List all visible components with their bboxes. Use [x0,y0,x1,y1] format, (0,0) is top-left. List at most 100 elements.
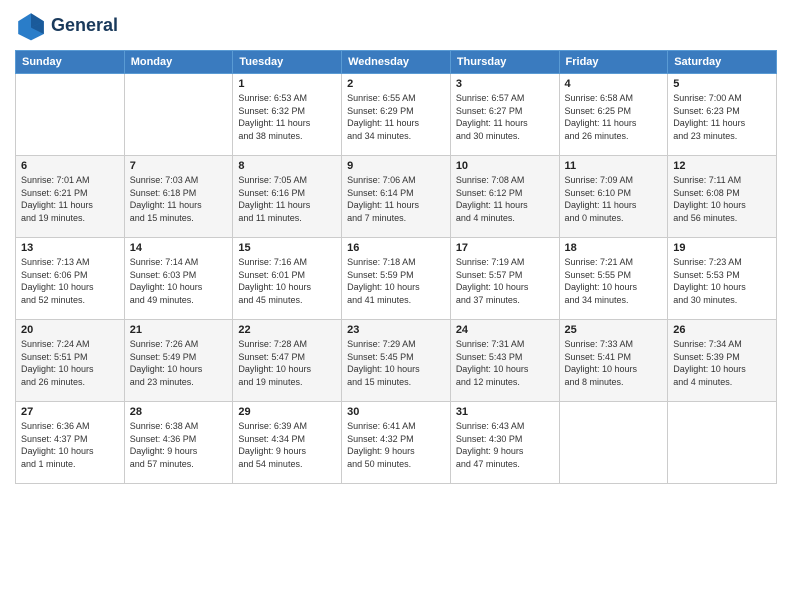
day-number: 2 [347,78,445,90]
calendar-cell: 22 Sunrise: 7:28 AM Sunset: 5:47 PM Dayli… [233,320,342,402]
calendar-cell: 7Sunrise: 7:03 AM Sunset: 6:18 PM Daylig… [124,156,233,238]
calendar-cell: 4 Sunrise: 6:58 AM Sunset: 6:25 PM Daylig… [559,74,668,156]
day-number: 24 [456,324,554,336]
day-info: Sunrise: 7:33 AM Sunset: 5:41 PM Dayligh… [565,338,663,388]
day-info: Sunrise: 7:26 AM Sunset: 5:49 PM Dayligh… [130,338,228,388]
calendar-cell: 29Sunrise: 6:39 AM Sunset: 4:34 PM Dayli… [233,402,342,484]
calendar-cell: 25Sunrise: 7:33 AM Sunset: 5:41 PM Dayli… [559,320,668,402]
calendar-cell: 19 Sunrise: 7:23 AM Sunset: 5:53 PM Dayli… [668,238,777,320]
weekday-header-friday: Friday [559,51,668,74]
logo-icon [15,10,47,42]
day-number: 23 [347,324,445,336]
day-number: 13 [21,242,119,254]
calendar-cell: 13 Sunrise: 7:13 AM Sunset: 6:06 PM Dayli… [16,238,125,320]
calendar-cell: 18 Sunrise: 7:21 AM Sunset: 5:55 PM Dayli… [559,238,668,320]
day-number: 26 [673,324,771,336]
day-info: Sunrise: 7:08 AM Sunset: 6:12 PM Dayligh… [456,174,554,224]
day-number: 9 [347,160,445,172]
day-number: 12 [673,160,771,172]
weekday-header-saturday: Saturday [668,51,777,74]
calendar-cell [668,402,777,484]
day-info: Sunrise: 6:58 AM Sunset: 6:25 PM Dayligh… [565,92,663,142]
logo-text: General [51,16,118,36]
weekday-header-row: SundayMondayTuesdayWednesdayThursdayFrid… [16,51,777,74]
day-info: Sunrise: 6:41 AM Sunset: 4:32 PM Dayligh… [347,420,445,470]
calendar-cell: 23 Sunrise: 7:29 AM Sunset: 5:45 PM Dayli… [342,320,451,402]
day-info: Sunrise: 6:53 AM Sunset: 6:32 PM Dayligh… [238,92,336,142]
logo: General [15,10,118,42]
day-info: Sunrise: 7:24 AM Sunset: 5:51 PM Dayligh… [21,338,119,388]
day-info: Sunrise: 7:01 AM Sunset: 6:21 PM Dayligh… [21,174,119,224]
day-number: 21 [130,324,228,336]
day-number: 31 [456,406,554,418]
day-number: 10 [456,160,554,172]
day-number: 16 [347,242,445,254]
calendar-cell: 11 Sunrise: 7:09 AM Sunset: 6:10 PM Dayli… [559,156,668,238]
calendar-cell: 28Sunrise: 6:38 AM Sunset: 4:36 PM Dayli… [124,402,233,484]
day-info: Sunrise: 7:00 AM Sunset: 6:23 PM Dayligh… [673,92,771,142]
calendar-cell: 26Sunrise: 7:34 AM Sunset: 5:39 PM Dayli… [668,320,777,402]
day-info: Sunrise: 7:28 AM Sunset: 5:47 PM Dayligh… [238,338,336,388]
day-number: 18 [565,242,663,254]
calendar-table: SundayMondayTuesdayWednesdayThursdayFrid… [15,50,777,484]
day-info: Sunrise: 7:11 AM Sunset: 6:08 PM Dayligh… [673,174,771,224]
calendar-cell: 31 Sunrise: 6:43 AM Sunset: 4:30 PM Dayli… [450,402,559,484]
calendar-cell: 17 Sunrise: 7:19 AM Sunset: 5:57 PM Dayli… [450,238,559,320]
day-info: Sunrise: 7:29 AM Sunset: 5:45 PM Dayligh… [347,338,445,388]
day-number: 22 [238,324,336,336]
day-number: 17 [456,242,554,254]
calendar-cell: 14 Sunrise: 7:14 AM Sunset: 6:03 PM Dayli… [124,238,233,320]
day-info: Sunrise: 7:13 AM Sunset: 6:06 PM Dayligh… [21,256,119,306]
day-info: Sunrise: 7:16 AM Sunset: 6:01 PM Dayligh… [238,256,336,306]
calendar-cell: 16 Sunrise: 7:18 AM Sunset: 5:59 PM Dayli… [342,238,451,320]
calendar-cell: 21 Sunrise: 7:26 AM Sunset: 5:49 PM Dayli… [124,320,233,402]
calendar-cell: 24Sunrise: 7:31 AM Sunset: 5:43 PM Dayli… [450,320,559,402]
day-number: 3 [456,78,554,90]
weekday-header-thursday: Thursday [450,51,559,74]
day-info: Sunrise: 6:36 AM Sunset: 4:37 PM Dayligh… [21,420,119,470]
weekday-header-monday: Monday [124,51,233,74]
calendar-cell: 9Sunrise: 7:06 AM Sunset: 6:14 PM Daylig… [342,156,451,238]
calendar-cell: 6Sunrise: 7:01 AM Sunset: 6:21 PM Daylig… [16,156,125,238]
week-row-3: 13 Sunrise: 7:13 AM Sunset: 6:06 PM Dayli… [16,238,777,320]
calendar-cell [124,74,233,156]
page: General SundayMondayTuesdayWednesdayThur… [0,0,792,494]
day-number: 1 [238,78,336,90]
header: General [15,10,777,42]
calendar-cell: 12 Sunrise: 7:11 AM Sunset: 6:08 PM Dayli… [668,156,777,238]
day-info: Sunrise: 6:57 AM Sunset: 6:27 PM Dayligh… [456,92,554,142]
calendar-cell: 30 Sunrise: 6:41 AM Sunset: 4:32 PM Dayli… [342,402,451,484]
calendar-cell: 27Sunrise: 6:36 AM Sunset: 4:37 PM Dayli… [16,402,125,484]
weekday-header-wednesday: Wednesday [342,51,451,74]
day-number: 4 [565,78,663,90]
week-row-4: 20 Sunrise: 7:24 AM Sunset: 5:51 PM Dayli… [16,320,777,402]
day-number: 19 [673,242,771,254]
day-info: Sunrise: 7:18 AM Sunset: 5:59 PM Dayligh… [347,256,445,306]
day-number: 30 [347,406,445,418]
logo-line1: General [51,15,118,35]
day-number: 11 [565,160,663,172]
calendar-cell: 10 Sunrise: 7:08 AM Sunset: 6:12 PM Dayli… [450,156,559,238]
day-info: Sunrise: 6:55 AM Sunset: 6:29 PM Dayligh… [347,92,445,142]
day-info: Sunrise: 6:38 AM Sunset: 4:36 PM Dayligh… [130,420,228,470]
calendar-cell: 8 Sunrise: 7:05 AM Sunset: 6:16 PM Daylig… [233,156,342,238]
day-number: 14 [130,242,228,254]
week-row-5: 27Sunrise: 6:36 AM Sunset: 4:37 PM Dayli… [16,402,777,484]
day-info: Sunrise: 7:05 AM Sunset: 6:16 PM Dayligh… [238,174,336,224]
calendar-cell: 3 Sunrise: 6:57 AM Sunset: 6:27 PM Daylig… [450,74,559,156]
day-info: Sunrise: 7:14 AM Sunset: 6:03 PM Dayligh… [130,256,228,306]
day-info: Sunrise: 7:19 AM Sunset: 5:57 PM Dayligh… [456,256,554,306]
day-info: Sunrise: 6:43 AM Sunset: 4:30 PM Dayligh… [456,420,554,470]
calendar-cell: 15Sunrise: 7:16 AM Sunset: 6:01 PM Dayli… [233,238,342,320]
day-info: Sunrise: 7:23 AM Sunset: 5:53 PM Dayligh… [673,256,771,306]
calendar-cell: 5 Sunrise: 7:00 AM Sunset: 6:23 PM Daylig… [668,74,777,156]
calendar-cell: 1 Sunrise: 6:53 AM Sunset: 6:32 PM Daylig… [233,74,342,156]
day-info: Sunrise: 7:03 AM Sunset: 6:18 PM Dayligh… [130,174,228,224]
day-number: 5 [673,78,771,90]
day-info: Sunrise: 7:09 AM Sunset: 6:10 PM Dayligh… [565,174,663,224]
week-row-2: 6Sunrise: 7:01 AM Sunset: 6:21 PM Daylig… [16,156,777,238]
day-number: 20 [21,324,119,336]
day-number: 8 [238,160,336,172]
week-row-1: 1 Sunrise: 6:53 AM Sunset: 6:32 PM Daylig… [16,74,777,156]
day-info: Sunrise: 7:21 AM Sunset: 5:55 PM Dayligh… [565,256,663,306]
